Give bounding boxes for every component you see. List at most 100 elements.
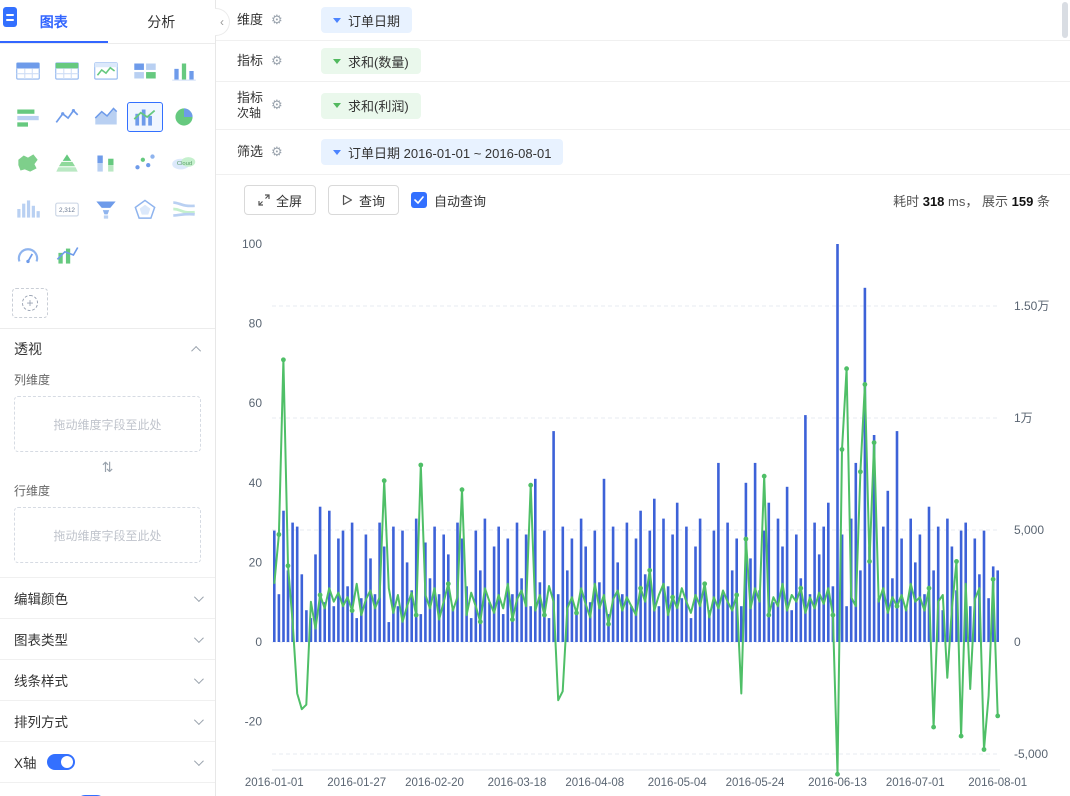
chart-type-table[interactable] bbox=[49, 56, 85, 86]
config-label: 维度 bbox=[237, 11, 264, 27]
chart-type-stacked-column[interactable] bbox=[88, 148, 124, 178]
tab-analysis[interactable]: 分析 bbox=[108, 0, 216, 43]
svg-text:2016-06-13: 2016-06-13 bbox=[808, 777, 867, 789]
gear-icon[interactable]: ⚙ bbox=[271, 54, 283, 69]
add-chart-type-button[interactable]: + bbox=[12, 288, 48, 318]
field-pill-label: 求和(利润) bbox=[348, 99, 409, 114]
field-pill-dimension[interactable]: 订单日期 bbox=[321, 7, 413, 33]
svg-text:20: 20 bbox=[249, 555, 263, 569]
svg-text:2016-07-01: 2016-07-01 bbox=[886, 777, 945, 789]
chart-type-line-chart[interactable] bbox=[49, 102, 85, 132]
chart-type-trend-table[interactable] bbox=[88, 56, 124, 86]
chart-type-pivot-table[interactable] bbox=[127, 56, 163, 86]
chart-type-pie-chart[interactable] bbox=[166, 102, 202, 132]
chart-type-gauge[interactable] bbox=[10, 240, 46, 270]
sidebar-sections: 编辑颜色图表类型线条样式排列方式 bbox=[0, 577, 215, 741]
svg-text:2016-03-18: 2016-03-18 bbox=[488, 777, 547, 789]
chevron-down-icon bbox=[193, 714, 204, 725]
field-pill-label: 订单日期 2016-01-01 ~ 2016-08-01 bbox=[348, 145, 552, 161]
dual-axis-chart[interactable]: -20 0 20 40 60 80 100 -5,000 0 5,000 1万 1.50万 2016-0… bbox=[216, 225, 1070, 796]
field-pill-label: 订单日期 bbox=[348, 13, 401, 29]
query-button[interactable]: 查询 bbox=[328, 185, 400, 215]
chart-type-map[interactable] bbox=[10, 148, 46, 178]
dropzone-placeholder: 拖动维度字段至此处 bbox=[53, 528, 162, 543]
section-label: 排列方式 bbox=[14, 715, 68, 730]
field-pill-filter[interactable]: 订单日期 2016-01-01 ~ 2016-08-01 bbox=[321, 139, 564, 165]
config-row-dimension: 维度 ⚙ 订单日期 bbox=[216, 0, 1070, 41]
chart-type-word-cloud[interactable]: Cloud bbox=[166, 148, 202, 178]
svg-text:2016-02-20: 2016-02-20 bbox=[405, 777, 464, 789]
svg-text:80: 80 bbox=[249, 317, 263, 331]
chart-type-mini-combo[interactable] bbox=[49, 240, 85, 270]
gear-icon[interactable]: ⚙ bbox=[271, 13, 283, 28]
field-pill-measure-secondary[interactable]: 求和(利润) bbox=[321, 92, 421, 119]
gear-icon[interactable]: ⚙ bbox=[271, 98, 283, 113]
section-label: 编辑颜色 bbox=[14, 592, 68, 607]
svg-text:2016-04-08: 2016-04-08 bbox=[565, 777, 624, 789]
bi-chart-builder: ‹ 图表 分析 Cloud 2,312 + 透视 列维度 拖动维度字段至此处 ⇅ 行… bbox=[0, 0, 1070, 796]
config-row-measure-secondary: 指标 次轴 ⚙ 求和(利润) bbox=[216, 82, 1070, 130]
chart-type-histogram[interactable] bbox=[10, 194, 46, 224]
add-chart-row: + bbox=[12, 288, 203, 318]
chevron-down-icon bbox=[193, 673, 204, 684]
svg-text:Cloud: Cloud bbox=[177, 161, 192, 167]
chevron-down-icon bbox=[193, 632, 204, 643]
chart-type-kpi-card[interactable]: 2,312 bbox=[49, 194, 85, 224]
section-pivot[interactable]: 透视 bbox=[0, 329, 215, 369]
chart-type-funnel[interactable] bbox=[88, 194, 124, 224]
dropzone-placeholder: 拖动维度字段至此处 bbox=[53, 417, 162, 432]
svg-text:2,312: 2,312 bbox=[59, 207, 75, 214]
elapsed-time-value: 318 bbox=[922, 193, 945, 209]
section-edit-colors[interactable]: 编辑颜色 bbox=[0, 577, 215, 618]
fullscreen-button[interactable]: 全屏 bbox=[244, 185, 317, 215]
config-label: 指标 bbox=[237, 52, 264, 68]
section-label: 图表类型 bbox=[14, 633, 68, 648]
config-label: 筛选 bbox=[237, 143, 264, 159]
svg-text:-5,000: -5,000 bbox=[1014, 747, 1048, 761]
chevron-left-icon: ‹ bbox=[220, 15, 224, 29]
chevron-up-icon bbox=[191, 345, 202, 356]
field-pill-measure[interactable]: 求和(数量) bbox=[321, 48, 421, 74]
section-x-axis[interactable]: X轴 bbox=[0, 741, 215, 782]
swap-dimensions-icon[interactable]: ⇅ bbox=[0, 452, 215, 482]
chart-type-flow[interactable] bbox=[166, 194, 202, 224]
svg-text:100: 100 bbox=[242, 237, 262, 251]
section-arrangement[interactable]: 排列方式 bbox=[0, 700, 215, 741]
svg-text:2016-08-01: 2016-08-01 bbox=[968, 777, 1027, 789]
chart-type-pyramid[interactable] bbox=[49, 148, 85, 178]
chart-type-grid: Cloud 2,312 bbox=[0, 44, 215, 274]
chart-type-scatter[interactable] bbox=[127, 148, 163, 178]
fullscreen-icon bbox=[258, 194, 270, 206]
row-dimension-dropzone[interactable]: 拖动维度字段至此处 bbox=[14, 507, 201, 563]
chart-type-crosstab[interactable] bbox=[10, 56, 46, 86]
chart-area: -20 0 20 40 60 80 100 -5,000 0 5,000 1万 1.50万 2016-0… bbox=[216, 225, 1070, 796]
section-y-axis[interactable]: Y轴 主轴 bbox=[0, 782, 215, 796]
section-chart-type[interactable]: 图表类型 bbox=[0, 618, 215, 659]
chart-type-bar-chart[interactable] bbox=[10, 102, 46, 132]
svg-text:0: 0 bbox=[255, 635, 262, 649]
toolbar: 全屏 查询 自动查询 耗时 318 ms， 展示 159 条 bbox=[216, 175, 1070, 225]
svg-text:40: 40 bbox=[249, 476, 263, 490]
section-line-style[interactable]: 线条样式 bbox=[0, 659, 215, 700]
chart-type-polygon[interactable] bbox=[127, 194, 163, 224]
gear-icon[interactable]: ⚙ bbox=[271, 145, 283, 160]
auto-query-checkbox[interactable] bbox=[411, 192, 428, 208]
row-dimension-label: 行维度 bbox=[14, 484, 51, 498]
svg-text:60: 60 bbox=[249, 396, 263, 410]
svg-text:-20: -20 bbox=[245, 715, 263, 729]
svg-text:0: 0 bbox=[1014, 635, 1021, 649]
svg-text:2016-05-04: 2016-05-04 bbox=[648, 777, 707, 789]
config-row-filter: 筛选 ⚙ 订单日期 2016-01-01 ~ 2016-08-01 bbox=[216, 130, 1070, 175]
app-panel-icon[interactable] bbox=[3, 7, 17, 27]
svg-text:2016-01-01: 2016-01-01 bbox=[245, 777, 304, 789]
svg-text:1万: 1万 bbox=[1014, 411, 1033, 425]
scrollbar-thumb[interactable] bbox=[1062, 2, 1068, 38]
chevron-down-icon bbox=[193, 755, 204, 766]
chart-type-combo-chart[interactable] bbox=[127, 102, 163, 132]
chart-type-column-chart[interactable] bbox=[166, 56, 202, 86]
chart-type-area-chart[interactable] bbox=[88, 102, 124, 132]
x-axis-toggle[interactable] bbox=[46, 754, 75, 770]
svg-text:2016-05-24: 2016-05-24 bbox=[726, 777, 785, 789]
auto-query-option[interactable]: 自动查询 bbox=[411, 191, 486, 210]
column-dimension-dropzone[interactable]: 拖动维度字段至此处 bbox=[14, 396, 201, 452]
